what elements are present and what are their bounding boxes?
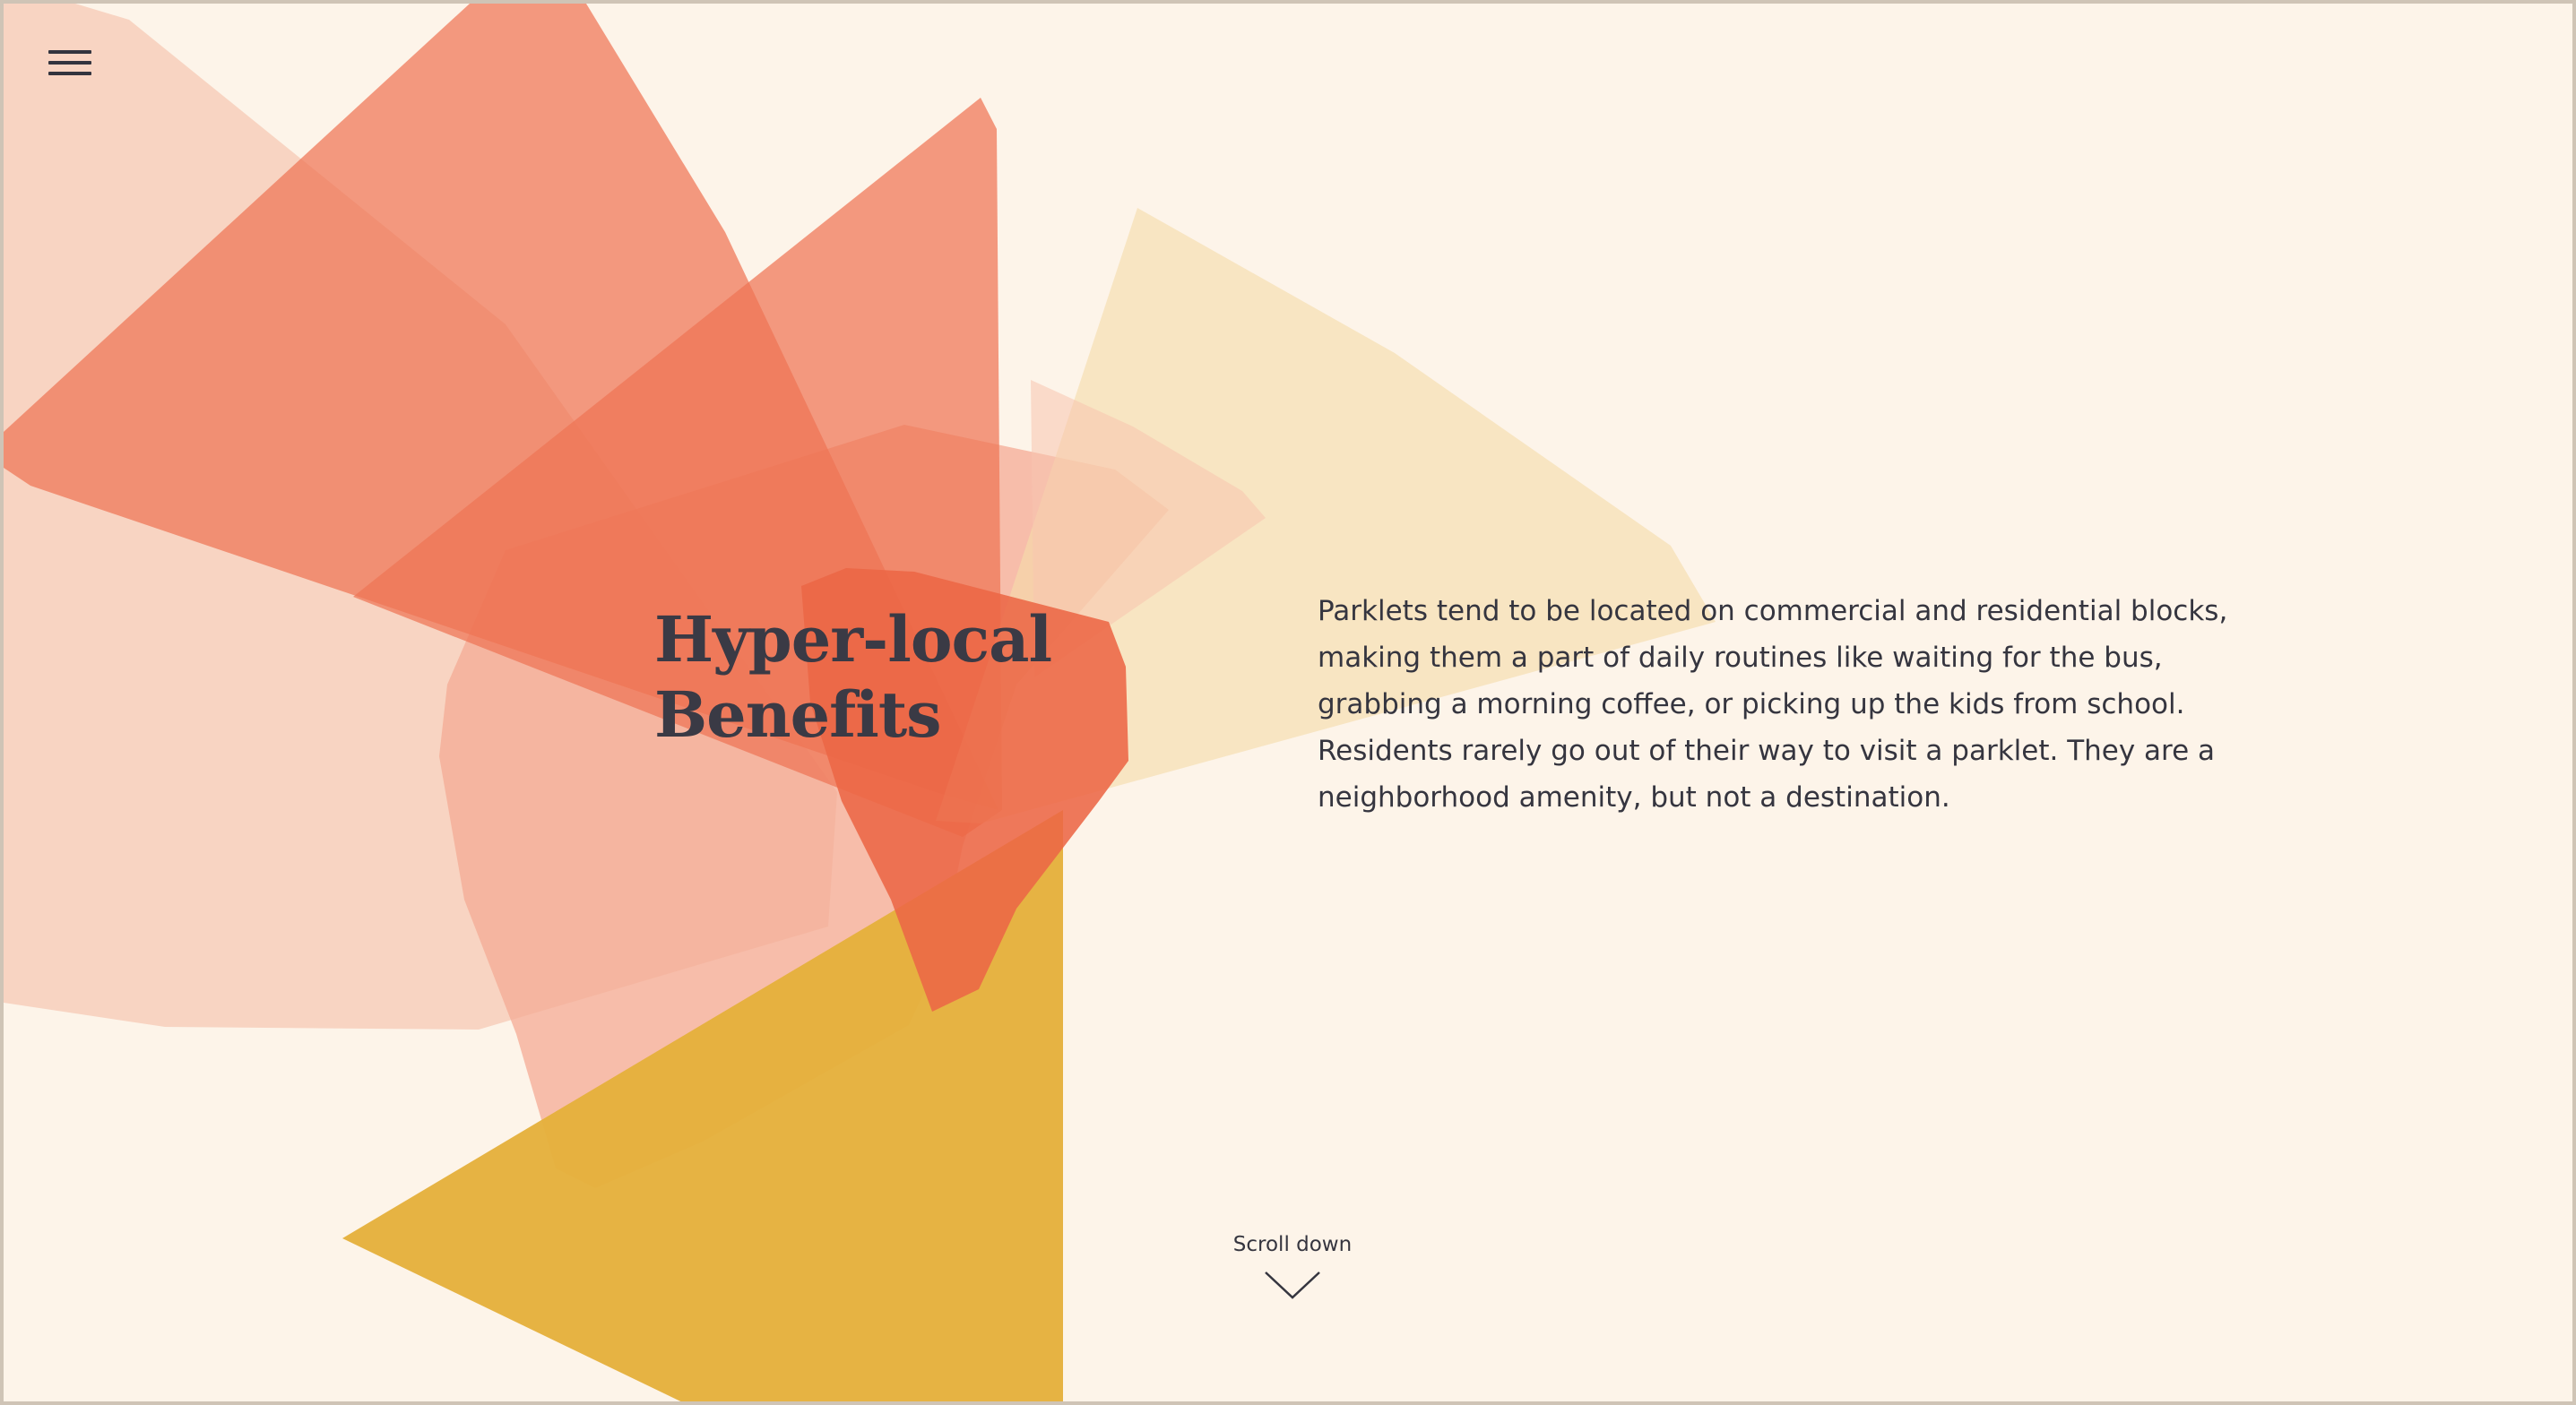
page: Hyper-local Benefits Parklets tend to be… bbox=[0, 0, 2576, 1405]
hamburger-menu-icon-line bbox=[48, 61, 91, 65]
title-line-1: Hyper-local bbox=[654, 602, 1052, 677]
title-line-2: Benefits bbox=[654, 677, 942, 752]
hamburger-menu-icon bbox=[48, 50, 91, 54]
hamburger-menu-icon-line bbox=[48, 72, 91, 75]
page-title: Hyper-local Benefits bbox=[654, 602, 1085, 753]
scroll-down-label: Scroll down bbox=[1232, 1233, 1353, 1256]
menu-button[interactable] bbox=[43, 43, 97, 82]
scroll-down-button[interactable]: Scroll down bbox=[1203, 1231, 1382, 1312]
intro-paragraph: Parklets tend to be located on commercia… bbox=[1318, 595, 2228, 814]
chevron-down-icon bbox=[1265, 1271, 1320, 1299]
